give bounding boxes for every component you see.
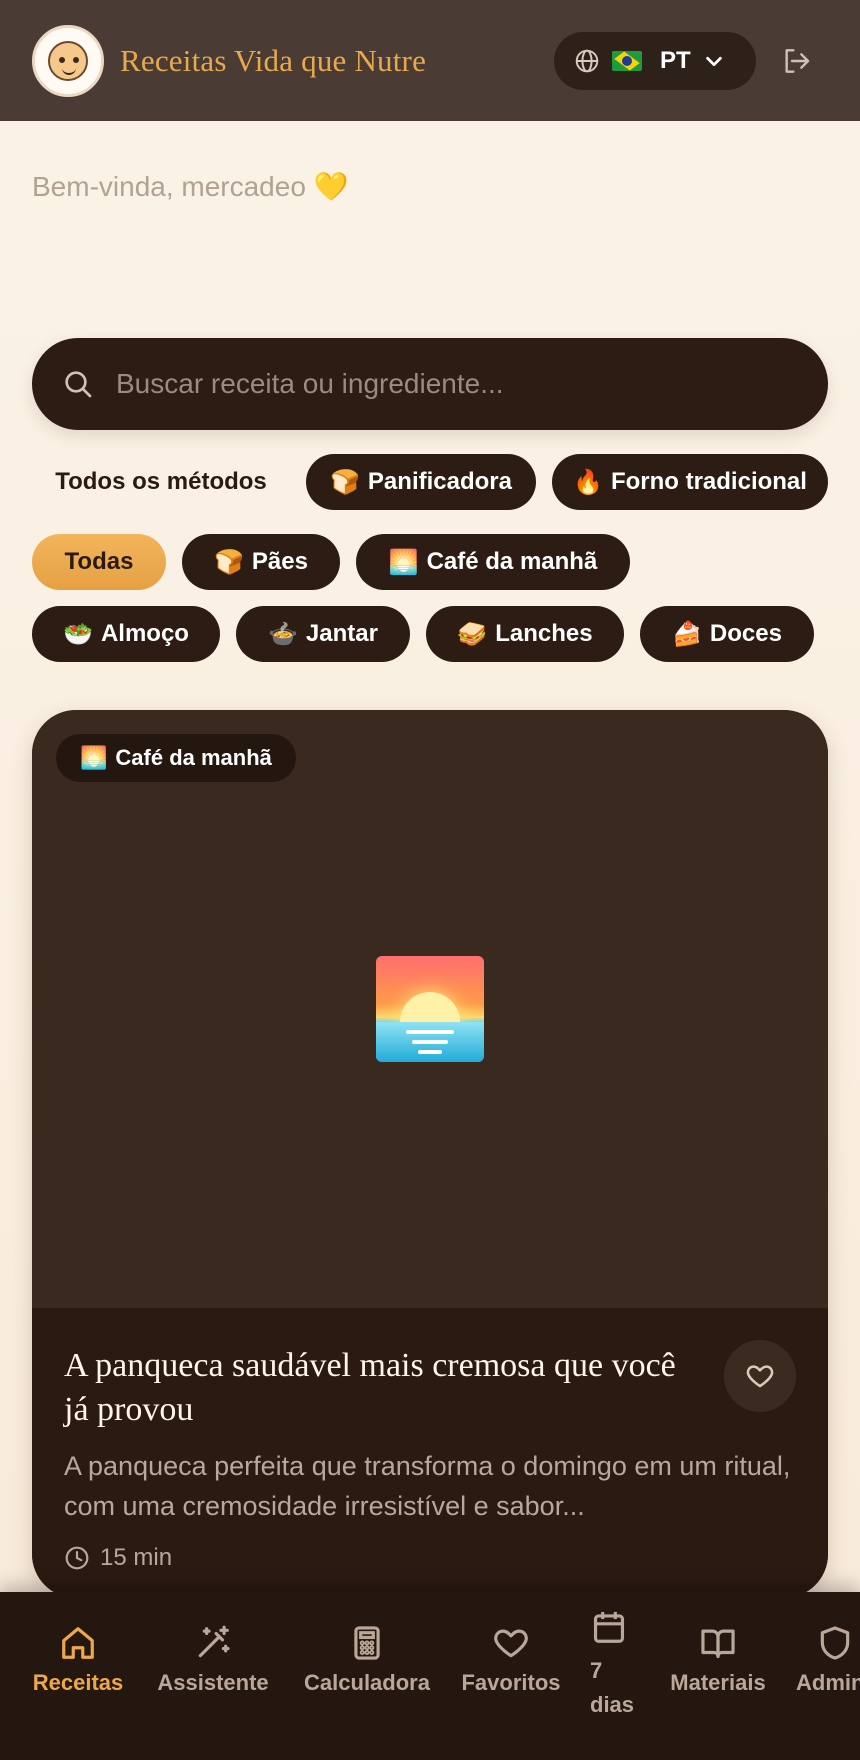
- badge-label: Café da manhã: [115, 745, 272, 770]
- sunrise-icon: 🌅: [80, 745, 108, 770]
- brand-title: Receitas Vida que Nutre: [120, 42, 427, 78]
- sunrise-icon: [376, 956, 484, 1062]
- sunrise-icon: 🌅: [388, 548, 419, 576]
- method-filter-forno[interactable]: 🔥 Forno tradicional: [552, 454, 828, 510]
- recipe-image: 🌅 Café da manhã: [32, 710, 828, 1308]
- nav-label: Assistente: [157, 1670, 269, 1695]
- search-input[interactable]: [116, 368, 756, 400]
- chevron-down-icon: [705, 56, 722, 67]
- app-header: Receitas Vida que Nutre PT: [0, 0, 860, 121]
- calculator-icon: [354, 1626, 380, 1660]
- category-label: Café da manhã: [426, 548, 598, 575]
- cake-icon: 🍰: [672, 620, 702, 648]
- category-filter-doces[interactable]: 🍰 Doces: [640, 606, 814, 662]
- language-selector[interactable]: PT: [554, 32, 756, 90]
- brand-logo[interactable]: [32, 24, 104, 97]
- globe-icon: [575, 49, 599, 73]
- recipe-time: 15 min: [64, 1544, 172, 1572]
- clock-icon: [65, 1546, 89, 1570]
- nav-label: Favoritos: [461, 1670, 561, 1695]
- nav-item-materiais[interactable]: Materiais: [666, 1624, 770, 1696]
- nav-item-favoritos[interactable]: Favoritos: [460, 1624, 562, 1696]
- method-filter-all[interactable]: Todos os métodos: [32, 454, 290, 510]
- category-label: Todas: [64, 548, 134, 575]
- method-label: Todos os métodos: [55, 468, 267, 495]
- category-label: Doces: [709, 620, 782, 647]
- magic-wand-icon: [198, 1625, 230, 1658]
- logout-icon[interactable]: [780, 45, 812, 77]
- recipe-time-label: 15 min: [100, 1544, 173, 1571]
- favorite-button[interactable]: [724, 1340, 796, 1412]
- method-label: Panificadora: [367, 468, 512, 495]
- heart-icon: [746, 1365, 774, 1388]
- language-code: PT: [660, 47, 691, 74]
- nav-item-calculadora[interactable]: Calculadora: [302, 1624, 432, 1696]
- recipe-title[interactable]: A panqueca saudável mais cremosa que voc…: [64, 1344, 704, 1432]
- category-filter-almoco[interactable]: 🥗 Almoço: [32, 606, 220, 662]
- category-filter-paes[interactable]: 🍞 Pães: [182, 534, 340, 590]
- bottom-nav: Receitas Assistente Calculadora Favorito…: [0, 1592, 860, 1760]
- heart-icon: [494, 1629, 528, 1658]
- home-icon: [62, 1627, 94, 1659]
- nav-label: Calculadora: [304, 1670, 430, 1695]
- salad-icon: 🥗: [63, 620, 93, 648]
- stew-icon: 🍲: [268, 620, 298, 648]
- shield-icon: [820, 1626, 850, 1660]
- bread-icon: 🍞: [214, 548, 244, 576]
- recipe-description: A panqueca perfeita que transforma o dom…: [64, 1451, 791, 1521]
- category-label: Almoço: [100, 620, 189, 647]
- category-label: Jantar: [305, 620, 378, 647]
- category-filter-lanches[interactable]: 🥪 Lanches: [426, 606, 624, 662]
- logo-mascot-icon: [48, 40, 88, 81]
- category-filter-todas[interactable]: Todas: [32, 534, 166, 590]
- calendar-icon: [593, 1611, 625, 1643]
- bread-icon: 🍞: [330, 468, 360, 496]
- sandwich-icon: 🥪: [457, 620, 488, 648]
- brazil-flag-icon: [612, 51, 642, 71]
- recipe-info: A panqueca saudável mais cremosa que voc…: [32, 1308, 828, 1598]
- search-bar[interactable]: [32, 338, 828, 430]
- book-icon: [701, 1629, 735, 1659]
- category-label: Lanches: [495, 620, 593, 647]
- nav-item-7-dias[interactable]: 7 dias: [590, 1608, 638, 1722]
- search-icon: [65, 371, 92, 398]
- recipe-card[interactable]: 🌅 Café da manhã A panqueca saudável mais…: [32, 710, 828, 1598]
- fire-icon: 🔥: [573, 468, 603, 496]
- recipe-category-badge: 🌅 Café da manhã: [56, 734, 296, 782]
- nav-item-admin[interactable]: Admin: [796, 1624, 860, 1696]
- nav-label: Admin: [796, 1670, 860, 1695]
- method-label: Forno tradicional: [610, 468, 807, 495]
- method-filter-panificadora[interactable]: 🍞 Panificadora: [306, 454, 536, 510]
- category-filter-jantar[interactable]: 🍲 Jantar: [236, 606, 410, 662]
- nav-item-receitas[interactable]: Receitas: [32, 1624, 124, 1696]
- nav-label: Receitas: [32, 1670, 124, 1695]
- category-filter-cafe[interactable]: 🌅 Café da manhã: [356, 534, 630, 590]
- category-label: Pães: [251, 548, 308, 575]
- nav-label: 7 dias: [590, 1658, 635, 1717]
- welcome-message: Bem-vinda, mercadeo 💛: [32, 171, 349, 202]
- nav-label: Materiais: [670, 1670, 766, 1695]
- nav-item-assistente[interactable]: Assistente: [155, 1624, 271, 1696]
